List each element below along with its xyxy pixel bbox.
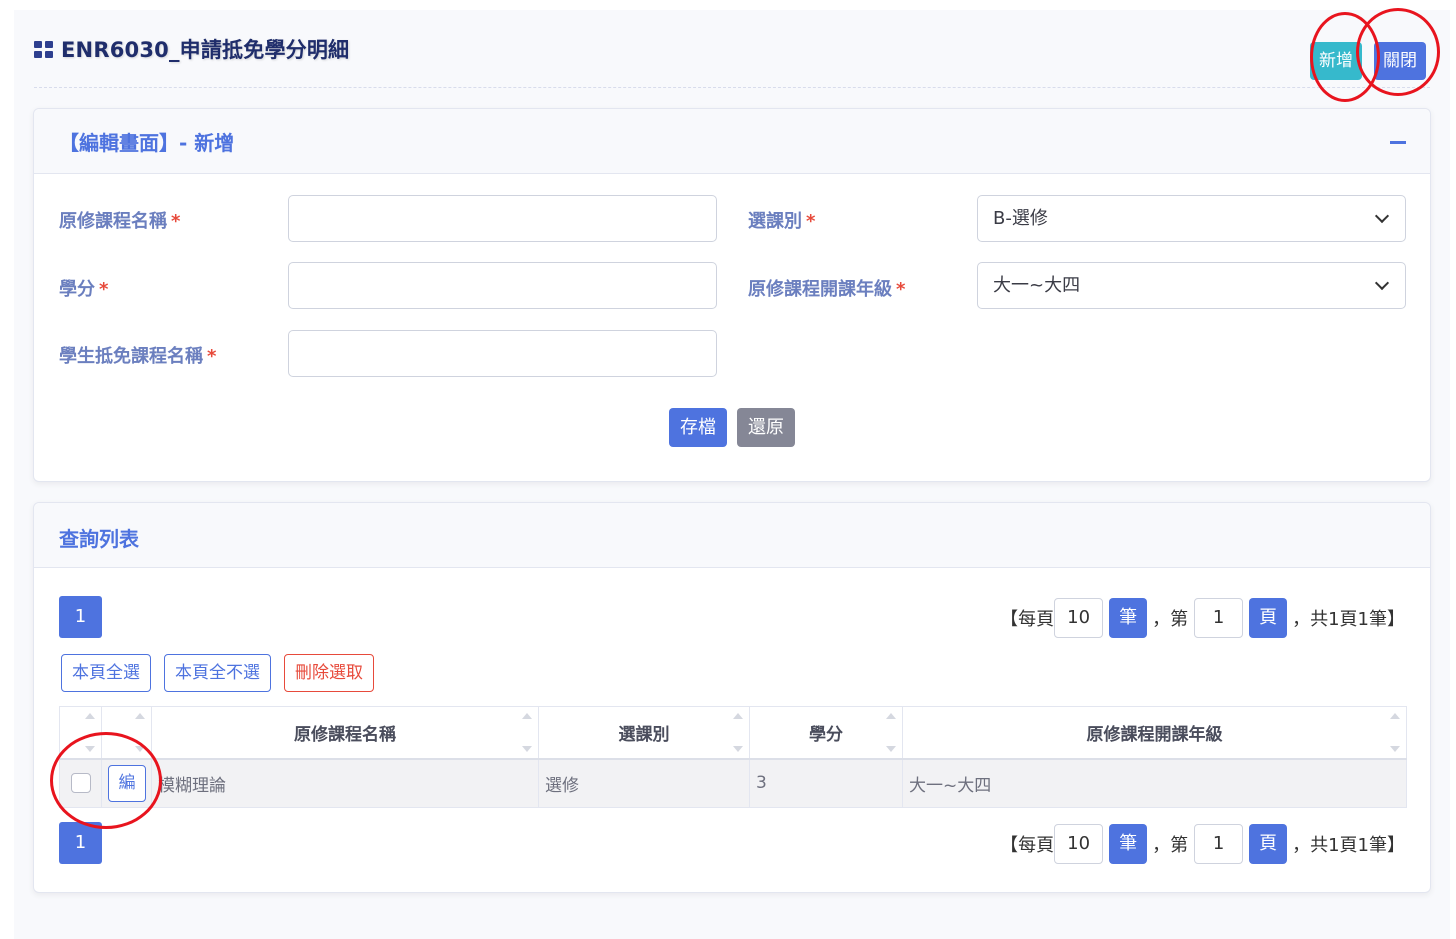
- orig-course-label: 原修課程名稱 *: [59, 207, 180, 233]
- reset-button[interactable]: 還原: [737, 408, 795, 447]
- pager-summary: ，共1頁1筆】: [1292, 835, 1405, 856]
- table-header-row: 原修課程名稱 選課別 學分 原修課程開課年級: [59, 706, 1407, 760]
- list-panel: 查詢列表 1 【每頁 10 筆 ，第 1 頁 ，共1頁1筆】 本頁全選 本頁全不…: [33, 502, 1431, 893]
- page-go-button[interactable]: 頁: [1249, 598, 1288, 638]
- page-header: ENR6030_申請抵免學分明細 新增 關閉: [14, 10, 1450, 88]
- grade-label-text: 原修課程開課年級: [748, 279, 892, 300]
- page-button-top[interactable]: 1: [59, 596, 102, 638]
- pager-bottom: 【每頁 10 筆 ，第 1 頁 ，共1頁1筆】: [1000, 824, 1405, 864]
- grid-icon: [34, 40, 53, 58]
- header-edit-col[interactable]: [101, 706, 152, 760]
- page-title-text: ENR6030_申請抵免學分明細: [61, 38, 350, 62]
- course-type-value: B-選修: [993, 208, 1048, 229]
- waive-course-label-text: 學生抵免課程名稱: [59, 346, 203, 367]
- add-button[interactable]: 新增: [1310, 42, 1362, 80]
- header-type[interactable]: 選課別: [538, 706, 750, 760]
- credit-input[interactable]: [288, 262, 717, 309]
- course-type-select[interactable]: B-選修: [977, 195, 1406, 242]
- edit-panel-header: 【編輯畫面】- 新增: [34, 109, 1430, 174]
- edit-panel: 【編輯畫面】- 新增 原修課程名稱 * 學分 * 學生抵免課程名稱 * 選課別 * B-…: [33, 108, 1431, 482]
- sort-desc-icon: [886, 745, 896, 752]
- delete-selected-button[interactable]: 刪除選取: [284, 654, 374, 692]
- save-button[interactable]: 存檔: [669, 408, 727, 447]
- grade-label: 原修課程開課年級 *: [748, 275, 905, 301]
- sort-desc-icon: [135, 745, 145, 752]
- pager-prefix: 【每頁: [1000, 835, 1055, 856]
- row-checkbox-cell: [59, 758, 102, 808]
- row-checkbox[interactable]: [71, 773, 91, 794]
- page-go-button[interactable]: 頁: [1249, 824, 1288, 864]
- pager-top: 【每頁 10 筆 ，第 1 頁 ，共1頁1筆】: [1000, 598, 1405, 638]
- sort-desc-icon: [1390, 745, 1400, 752]
- course-type-label: 選課別 *: [748, 207, 815, 233]
- row-edit-cell: 編: [101, 758, 152, 808]
- close-button[interactable]: 關閉: [1374, 42, 1426, 80]
- chevron-down-icon: [1374, 275, 1390, 291]
- pager-summary: ，共1頁1筆】: [1292, 609, 1405, 630]
- cell-type: 選修: [538, 758, 750, 808]
- per-page-button[interactable]: 筆: [1109, 824, 1148, 864]
- per-page-input[interactable]: 10: [1054, 824, 1104, 864]
- header-type-label: 選課別: [618, 724, 670, 745]
- header-checkbox-col[interactable]: [59, 706, 102, 760]
- per-page-button[interactable]: 筆: [1109, 598, 1148, 638]
- required-mark: *: [806, 211, 816, 232]
- waive-course-input[interactable]: [288, 330, 717, 377]
- cell-credit: 3: [749, 758, 903, 808]
- header-grade[interactable]: 原修課程開課年級: [902, 706, 1407, 760]
- table-row: 編 模糊理論 選修 3 大一~大四: [59, 758, 1407, 808]
- header-grade-label: 原修課程開課年級: [1086, 724, 1223, 745]
- page: ENR6030_申請抵免學分明細 新增 關閉 【編輯畫面】- 新增 原修課程名稱…: [14, 10, 1450, 939]
- chevron-down-icon: [1374, 208, 1390, 224]
- page-title: ENR6030_申請抵免學分明細: [34, 34, 349, 64]
- header-credit-label: 學分: [809, 724, 843, 745]
- required-mark: *: [207, 346, 217, 367]
- sort-desc-icon: [85, 745, 95, 752]
- grade-value: 大一~大四: [993, 275, 1081, 296]
- edit-row-button[interactable]: 編: [108, 764, 146, 802]
- orig-course-input[interactable]: [288, 195, 717, 242]
- collapse-icon[interactable]: [1390, 141, 1406, 144]
- pager-prefix: 【每頁: [1000, 609, 1055, 630]
- orig-course-label-text: 原修課程名稱: [59, 211, 167, 232]
- list-panel-title: 查詢列表: [59, 527, 139, 551]
- page-prefix: ，第: [1152, 609, 1189, 630]
- cell-grade: 大一~大四: [902, 758, 1407, 808]
- required-mark: *: [171, 211, 181, 232]
- course-type-label-text: 選課別: [748, 211, 802, 232]
- required-mark: *: [896, 279, 906, 300]
- waive-course-label: 學生抵免課程名稱 *: [59, 342, 216, 368]
- sort-asc-icon: [85, 713, 95, 719]
- sort-asc-icon: [886, 713, 896, 719]
- header-divider: [34, 87, 1430, 88]
- credit-label: 學分 *: [59, 275, 108, 301]
- per-page-input[interactable]: 10: [1054, 598, 1104, 638]
- list-panel-header: 查詢列表: [34, 503, 1430, 568]
- sort-asc-icon: [522, 713, 532, 719]
- required-mark: *: [99, 279, 109, 300]
- credit-label-text: 學分: [59, 279, 95, 300]
- page-input[interactable]: 1: [1194, 824, 1244, 864]
- sort-asc-icon: [1390, 713, 1400, 719]
- page-prefix: ，第: [1152, 835, 1189, 856]
- grade-select[interactable]: 大一~大四: [977, 262, 1406, 309]
- sort-desc-icon: [522, 745, 532, 752]
- header-course-label: 原修課程名稱: [294, 724, 396, 745]
- header-credit[interactable]: 學分: [749, 706, 903, 760]
- page-button-bottom[interactable]: 1: [59, 822, 102, 864]
- result-table: 原修課程名稱 選課別 學分 原修課程開課年級 編 模糊理論 選修 3 大一~大四: [59, 706, 1407, 808]
- sort-desc-icon: [733, 745, 743, 752]
- deselect-all-button[interactable]: 本頁全不選: [164, 654, 271, 692]
- select-all-button[interactable]: 本頁全選: [61, 654, 151, 692]
- page-input[interactable]: 1: [1194, 598, 1244, 638]
- sort-asc-icon: [135, 713, 145, 719]
- cell-course: 模糊理論: [151, 758, 539, 808]
- header-course[interactable]: 原修課程名稱: [151, 706, 539, 760]
- sort-asc-icon: [733, 713, 743, 719]
- edit-panel-title: 【編輯畫面】- 新增: [59, 131, 235, 155]
